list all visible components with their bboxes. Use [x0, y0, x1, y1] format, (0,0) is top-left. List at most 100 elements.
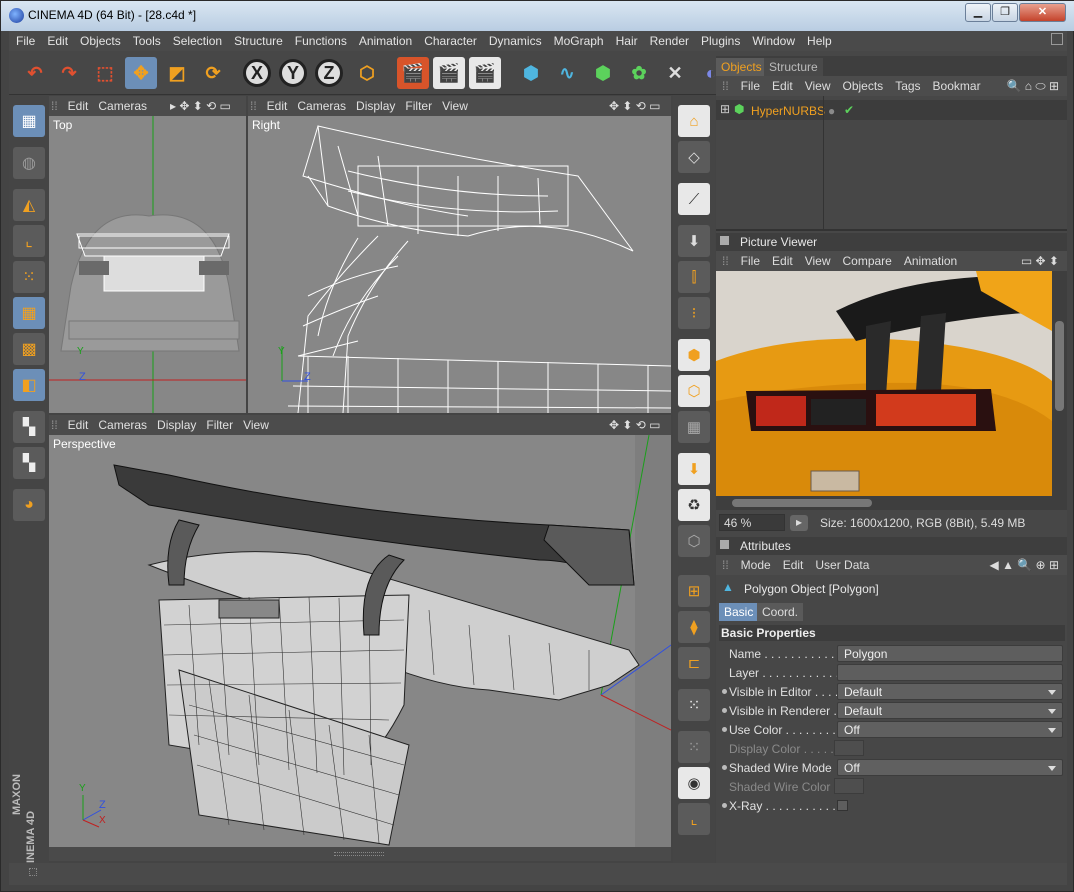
minimize-button[interactable]: ▁	[965, 3, 991, 22]
wire-cube-icon[interactable]: ⬡	[678, 525, 710, 557]
array-icon[interactable]: ✿	[623, 57, 655, 89]
persp-vp-menu-edit[interactable]: Edit	[63, 415, 94, 432]
menu-file[interactable]: File	[9, 31, 40, 48]
attr-menu-edit[interactable]: Edit	[777, 555, 810, 572]
perspective-viewport[interactable]: Perspective Y Z X	[49, 435, 671, 847]
rotate-tool-icon[interactable]: ⟳	[197, 57, 229, 89]
zoom-input[interactable]: 46 %	[719, 514, 785, 531]
arrow-down-icon[interactable]: ⬇	[678, 453, 710, 485]
tree-row-hypernurbs[interactable]: ⊞ ⬢ HyperNURBS ● ✔	[716, 100, 1067, 120]
menu-help[interactable]: Help	[800, 31, 837, 48]
menu-selection[interactable]: Selection	[166, 31, 227, 48]
menu-edit[interactable]: Edit	[40, 31, 73, 48]
enabled-check-icon[interactable]: ✔	[844, 103, 854, 117]
z-axis-lock-button[interactable]: Z	[315, 59, 343, 87]
render-picture-viewer-icon[interactable]: 🎬	[433, 57, 465, 89]
menu-character[interactable]: Character	[417, 31, 482, 48]
menu-hair[interactable]: Hair	[609, 31, 643, 48]
resize-grip[interactable]	[334, 852, 384, 856]
maximize-button[interactable]: ❐	[992, 3, 1018, 22]
right-vp-menu-filter[interactable]: Filter	[400, 96, 437, 113]
pv-vertical-scrollbar[interactable]	[1052, 271, 1067, 496]
xray-checkbox[interactable]	[837, 800, 848, 811]
right-vp-menu-display[interactable]: Display	[351, 96, 400, 113]
persp-vp-menu-display[interactable]: Display	[152, 415, 201, 432]
attr-dropdown[interactable]: Off	[837, 759, 1063, 776]
nurbs-icon[interactable]: ⬢	[587, 57, 619, 89]
menu-animation[interactable]: Animation	[352, 31, 417, 48]
expand-icon[interactable]: ⊞	[720, 102, 730, 116]
cube-object-icon[interactable]: ⬢	[515, 57, 547, 89]
move-down-icon[interactable]: ⬇	[678, 225, 710, 257]
color-swatch[interactable]	[834, 778, 864, 794]
cube-yellow-icon[interactable]: ⬢	[678, 339, 710, 371]
tab-objects[interactable]: Objects	[716, 58, 767, 76]
animate-dot-icon[interactable]	[722, 727, 727, 732]
render-view-icon[interactable]: 🎬	[397, 57, 429, 89]
attr-dropdown[interactable]: Default	[837, 702, 1063, 719]
pv-nav-icons[interactable]: ▭ ✥ ⬍	[1015, 251, 1065, 268]
viewport-nav-icons[interactable]: ▸ ✥ ⬍ ⟲ ▭	[165, 96, 236, 113]
uv-mode-icon[interactable]: ◧	[13, 369, 45, 401]
object-name[interactable]: HyperNURBS	[751, 104, 825, 118]
menu-objects[interactable]: Objects	[73, 31, 126, 48]
knife-icon[interactable]: ⟋	[678, 183, 710, 215]
om-menu-view[interactable]: View	[799, 76, 837, 93]
deformer-icon[interactable]: ✕	[659, 57, 691, 89]
point-grid-icon[interactable]: ⁙	[678, 689, 710, 721]
animate-dot-icon[interactable]	[722, 765, 727, 770]
color-swatch[interactable]	[834, 740, 864, 756]
object-axis-icon[interactable]: ◭	[13, 189, 45, 221]
render-settings-icon[interactable]: 🎬	[469, 57, 501, 89]
align-icon[interactable]: ⊏	[678, 647, 710, 679]
viewport-resize-bar[interactable]	[49, 847, 671, 861]
menu-structure[interactable]: Structure	[227, 31, 288, 48]
attr-dropdown[interactable]: Off	[837, 721, 1063, 738]
render-image[interactable]	[716, 271, 1052, 496]
om-menu-file[interactable]: File	[735, 76, 766, 93]
scale-tool-icon[interactable]: ◩	[161, 57, 193, 89]
workplane-icon[interactable]: ▚	[13, 411, 45, 443]
om-menu-objects[interactable]: Objects	[837, 76, 890, 93]
attr-menu-mode[interactable]: Mode	[735, 555, 777, 572]
pv-menu-view[interactable]: View	[799, 251, 837, 268]
layout-icon[interactable]	[1051, 33, 1063, 45]
right-vp-menu-cameras[interactable]: Cameras	[292, 96, 351, 113]
om-menu-tags[interactable]: Tags	[889, 76, 926, 93]
recycle-icon[interactable]: ♻	[678, 489, 710, 521]
cube-outline-icon[interactable]: ⬡	[678, 375, 710, 407]
viewport-nav-icons[interactable]: ✥ ⬍ ⟲ ▭	[604, 96, 666, 113]
edges-mode-icon[interactable]: ▦	[13, 297, 45, 329]
visibility-eye-icon[interactable]: ◉	[678, 767, 710, 799]
pv-menu-file[interactable]: File	[735, 251, 766, 268]
menu-functions[interactable]: Functions	[288, 31, 352, 48]
grid-cube-icon[interactable]: ▦	[678, 411, 710, 443]
right-viewport[interactable]: Right Y Z	[248, 116, 671, 413]
coordinate-system-icon[interactable]: ⬡	[351, 57, 383, 89]
axis-corner-icon[interactable]: ⌞	[678, 803, 710, 835]
tab-structure[interactable]: Structure	[764, 58, 823, 76]
polygons-mode-icon[interactable]: ▩	[13, 333, 45, 365]
animate-dot-icon[interactable]	[722, 689, 727, 694]
hidden-icon[interactable]: ⁙	[678, 731, 710, 763]
persp-vp-menu-view[interactable]: View	[238, 415, 274, 432]
tab-basic[interactable]: Basic	[719, 603, 759, 621]
top-vp-menu-edit[interactable]: Edit	[63, 96, 94, 113]
spline-icon[interactable]: ∿	[551, 57, 583, 89]
live-selection-icon[interactable]: ⬚	[89, 57, 121, 89]
right-vp-menu-edit[interactable]: Edit	[262, 96, 293, 113]
layout-mode-icon[interactable]: ▦	[13, 105, 45, 137]
scroll-thumb[interactable]	[1055, 321, 1064, 411]
viewport-nav-icons[interactable]: ✥ ⬍ ⟲ ▭	[604, 415, 666, 432]
animate-dot-icon[interactable]	[722, 803, 727, 808]
plane-icon[interactable]: ◇	[678, 141, 710, 173]
sculpt-icon[interactable]: ◕	[13, 489, 45, 521]
bridge-icon[interactable]: ⫿	[678, 261, 710, 293]
snapping-icon[interactable]: ▚	[13, 447, 45, 479]
mirror-icon[interactable]: ⧫	[678, 611, 710, 643]
redo-icon[interactable]: ↷	[53, 57, 85, 89]
tab-coord[interactable]: Coord.	[757, 603, 804, 621]
move-tool-icon[interactable]: ✥	[125, 57, 157, 89]
persp-vp-menu-filter[interactable]: Filter	[201, 415, 238, 432]
persp-vp-menu-cameras[interactable]: Cameras	[93, 415, 152, 432]
